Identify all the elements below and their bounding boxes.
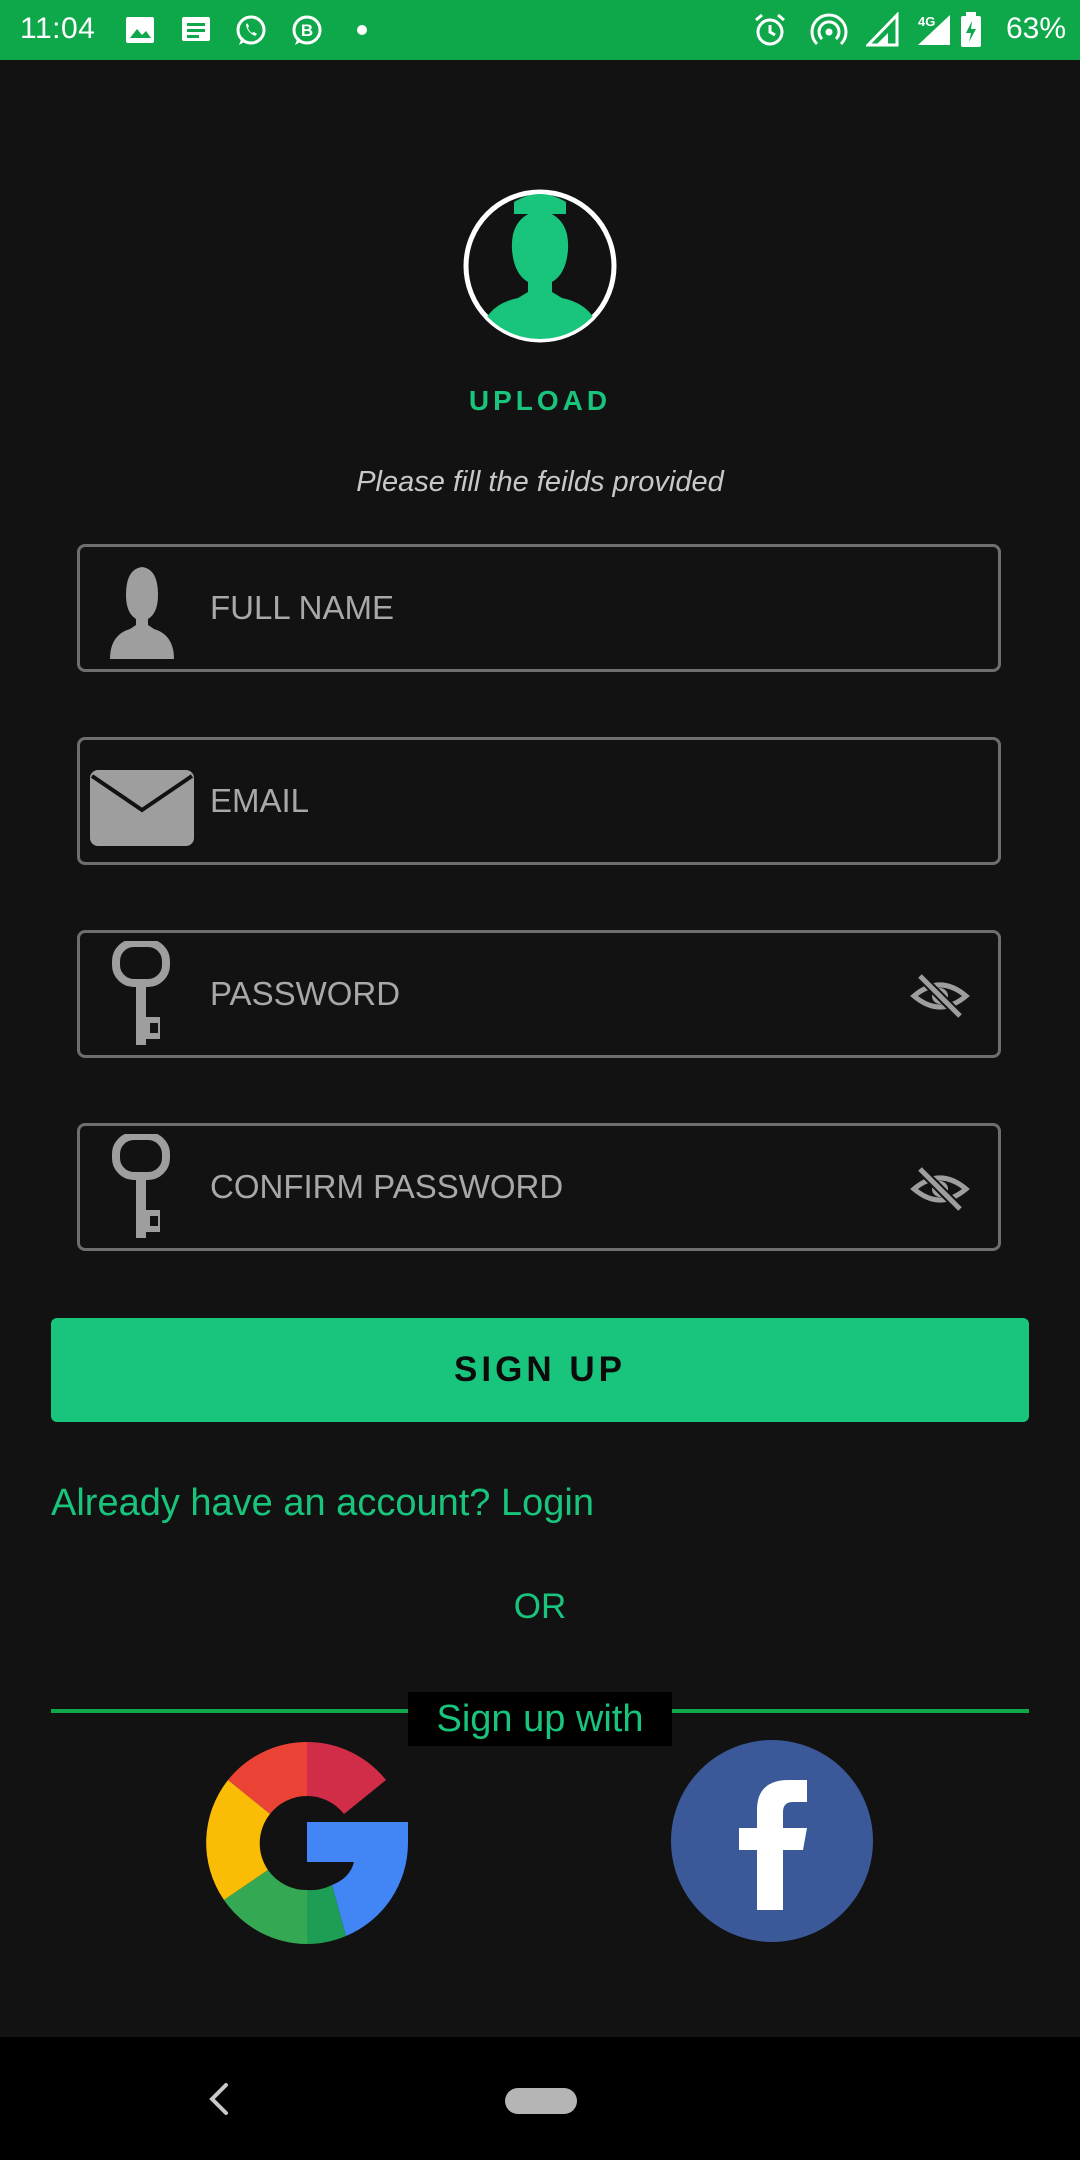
facebook-signup-button[interactable] bbox=[671, 1740, 873, 1942]
envelope-icon bbox=[90, 770, 194, 846]
or-divider-text: OR bbox=[513, 1587, 567, 1626]
svg-text:4G: 4G bbox=[918, 14, 935, 29]
back-icon[interactable] bbox=[204, 2081, 236, 2117]
password-field[interactable]: PASSWORD bbox=[77, 930, 1001, 1058]
password-placeholder: PASSWORD bbox=[210, 975, 401, 1012]
key-icon bbox=[112, 1134, 170, 1238]
google-signup-button[interactable] bbox=[204, 1740, 410, 1946]
sign-up-with-label: Sign up with bbox=[408, 1692, 672, 1746]
full-name-placeholder: FULL NAME bbox=[210, 589, 394, 626]
message-icon bbox=[182, 17, 210, 41]
confirm-password-placeholder: CONFIRM PASSWORD bbox=[210, 1168, 564, 1205]
battery-percent: 63% bbox=[1005, 12, 1066, 45]
eye-off-icon[interactable] bbox=[910, 970, 970, 1022]
login-link[interactable]: Already have an account? Login bbox=[51, 1482, 594, 1525]
email-placeholder: EMAIL bbox=[210, 782, 310, 819]
google-logo-icon bbox=[206, 1742, 408, 1944]
person-icon bbox=[110, 567, 174, 659]
avatar-upload[interactable] bbox=[462, 188, 618, 344]
battery-charging-icon bbox=[961, 12, 981, 47]
eye-off-icon[interactable] bbox=[910, 1163, 970, 1215]
instruction-text: Please fill the feilds provided bbox=[356, 466, 724, 498]
whatsapp-icon bbox=[236, 15, 266, 45]
image-icon bbox=[126, 17, 154, 43]
home-pill-button[interactable] bbox=[505, 2088, 577, 2114]
avatar-icon bbox=[463, 189, 617, 343]
whatsapp-business-icon: B bbox=[292, 15, 322, 45]
navigation-bar bbox=[0, 2037, 1080, 2160]
status-bar: 11:04 B 4G 63% bbox=[0, 0, 1080, 60]
key-icon bbox=[112, 941, 170, 1045]
dot-icon bbox=[357, 25, 367, 35]
full-name-field[interactable]: FULL NAME bbox=[77, 544, 1001, 672]
hotspot-icon bbox=[810, 13, 848, 46]
signal-4g-icon: 4G bbox=[918, 14, 950, 45]
alarm-icon bbox=[755, 13, 785, 46]
confirm-password-field[interactable]: CONFIRM PASSWORD bbox=[77, 1123, 1001, 1251]
upload-button[interactable]: UPLOAD bbox=[0, 385, 1080, 417]
status-time: 11:04 bbox=[20, 12, 96, 45]
svg-text:B: B bbox=[301, 21, 313, 40]
email-field[interactable]: EMAIL bbox=[77, 737, 1001, 865]
sign-up-button[interactable]: SIGN UP bbox=[51, 1318, 1029, 1422]
signal-icon bbox=[866, 12, 899, 47]
